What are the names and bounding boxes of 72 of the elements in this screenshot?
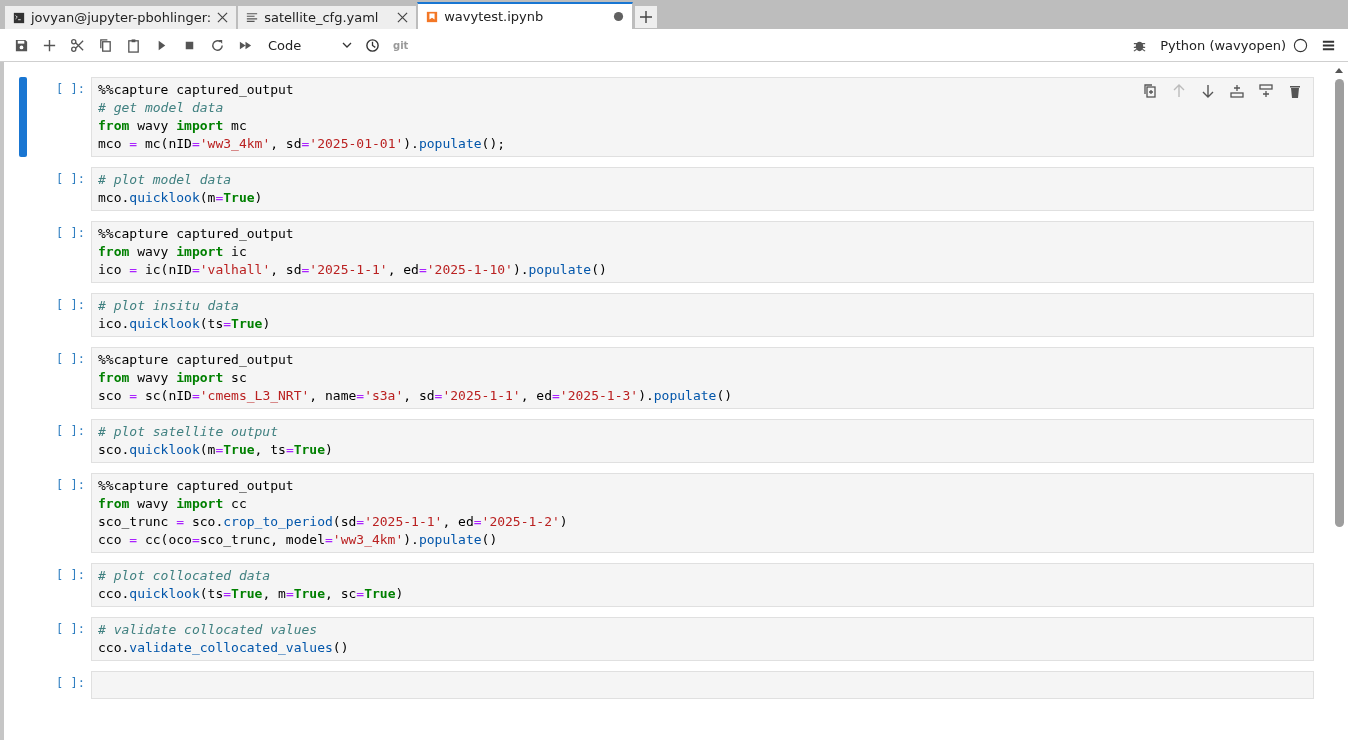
code-cell[interactable]: # plot satellite output sco.quicklook(m=True, ts=True) <box>91 419 1314 463</box>
cell-prompt: [ ]: <box>55 621 86 636</box>
delete-icon[interactable] <box>1287 83 1303 99</box>
code-cell[interactable]: # plot collocated data cco.quicklook(ts=True, m=True, sc=True) <box>91 563 1314 607</box>
code-line: mco.quicklook(m=True) <box>98 189 263 207</box>
code-cell[interactable]: %%capture captured_output from wavy import ic ico = ic(nID='valhall', sd='2025-1-1', ed='2025-1-10').populate() <box>91 221 1314 283</box>
code-line: %%capture captured_output <box>98 225 294 243</box>
code-line: cco = cc(oco=sco_trunc, model='ww3_4km').populate() <box>98 531 498 549</box>
code-line: sco = sc(nID='cmems_L3_NRT', name='s3a', sd='2025-1-1', ed='2025-1-3').populate() <box>98 387 733 405</box>
code-line: from wavy import cc <box>98 495 247 513</box>
code-cell[interactable]: # plot insitu data ico.quicklook(ts=True) <box>91 293 1314 337</box>
move-down-icon[interactable] <box>1200 83 1216 99</box>
save-icon[interactable] <box>14 37 29 53</box>
code-line: from wavy import ic <box>98 243 247 261</box>
kernel-name[interactable]: Python (wavyopen) <box>1160 37 1286 53</box>
add-icon[interactable] <box>42 37 57 53</box>
code-line: %%capture captured_output <box>98 81 294 99</box>
code-cell[interactable]: %%capture captured_output from wavy import sc sco = sc(nID='cmems_L3_NRT', name='s3a', sd='2025-1-1', ed='2025-1-3').populate() <box>91 347 1314 409</box>
terminal-icon <box>13 11 25 24</box>
tab[interactable]: jovyan@jupyter-pbohlinger: <box>4 5 238 29</box>
code-line: cco.quicklook(ts=True, m=True, sc=True) <box>98 585 404 603</box>
tab[interactable]: satellite_cfg.yaml <box>237 5 418 29</box>
paste-icon[interactable] <box>126 37 141 53</box>
code-line: from wavy import sc <box>98 369 247 387</box>
code-cell[interactable]: # plot model data mco.quicklook(m=True) <box>91 167 1314 211</box>
code-line: mco = mc(nID='ww3_4km', sd='2025-01-01').populate(); <box>98 135 506 153</box>
code-line: # plot satellite output <box>98 423 278 441</box>
notebook-icon <box>426 10 439 23</box>
tab-label: jovyan@jupyter-pbohlinger: <box>31 10 212 25</box>
code-line: sco_trunc = sco.crop_to_period(sd='2025-1-1', ed='2025-1-2') <box>98 513 568 531</box>
duplicate-icon[interactable] <box>1142 83 1158 99</box>
code-line: %%capture captured_output <box>98 477 294 495</box>
code-cell[interactable]: # validate collocated values cco.validate_collocated_values() <box>91 617 1314 661</box>
code-line: %%capture captured_output <box>98 351 294 369</box>
cell-type-dropdown[interactable]: Code <box>268 37 352 53</box>
add-tab-icon[interactable] <box>635 6 658 28</box>
code-line: ico = ic(nID='valhall', sd='2025-1-1', ed='2025-1-10').populate() <box>98 261 607 279</box>
cut-icon[interactable] <box>70 37 85 53</box>
clock-icon[interactable] <box>365 37 380 53</box>
copy-icon[interactable] <box>98 37 113 53</box>
code-line: sco.quicklook(m=True, ts=True) <box>98 441 333 459</box>
code-line: # get model data <box>98 99 224 117</box>
code-cell[interactable] <box>91 671 1314 699</box>
cell-prompt: [ ]: <box>55 675 86 690</box>
code-cell[interactable]: %%capture captured_output from wavy import cc sco_trunc = sco.crop_to_period(sd='2025-1-1', ed='2025-1-2') cco = cc(oco=sco_trunc, model='ww3_4km').populate() <box>91 473 1314 553</box>
cell-prompt: [ ]: <box>55 225 86 240</box>
close-icon[interactable] <box>397 12 409 23</box>
cell-prompt: [ ]: <box>55 297 86 312</box>
cell-prompt: [ ]: <box>55 81 86 96</box>
scroll-up-icon[interactable] <box>1334 67 1344 73</box>
code-line: # plot insitu data <box>98 297 239 315</box>
tab-label: wavytest.ipynb <box>444 9 545 24</box>
insert-above-icon[interactable] <box>1229 83 1245 99</box>
code-line: # validate collocated values <box>98 621 318 639</box>
tab[interactable]: wavytest.ipynb <box>417 2 634 29</box>
insert-below-icon[interactable] <box>1258 83 1274 99</box>
code-line: cco.validate_collocated_values() <box>98 639 349 657</box>
caret-icon <box>342 42 352 48</box>
cell-prompt: [ ]: <box>55 423 86 438</box>
cell-prompt: [ ]: <box>55 351 86 366</box>
code-cell[interactable]: %%capture captured_output # get model data from wavy import mc mco = mc(nID='ww3_4km', sd='2025-01-01').populate(); <box>91 77 1314 157</box>
cell-prompt: [ ]: <box>55 171 86 186</box>
code-line: from wavy import mc <box>98 117 247 135</box>
code-line: ico.quicklook(ts=True) <box>98 315 271 333</box>
cell-prompt: [ ]: <box>55 567 86 582</box>
cell-prompt: [ ]: <box>55 477 86 492</box>
restart-icon[interactable] <box>210 37 225 53</box>
text-file-icon <box>246 11 259 24</box>
tab-label: satellite_cfg.yaml <box>264 10 380 25</box>
close-icon[interactable] <box>217 12 229 23</box>
code-line: # plot model data <box>98 171 232 189</box>
code-line: # plot collocated data <box>98 567 271 585</box>
